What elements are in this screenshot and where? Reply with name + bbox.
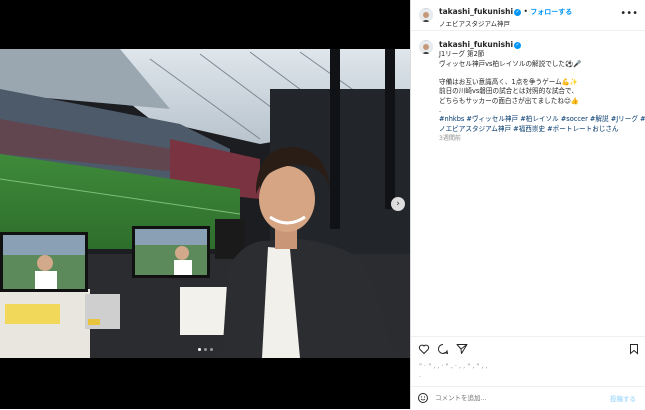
- caption-line: J1リーグ 第2節: [439, 50, 485, 59]
- verified-icon: ✓: [514, 8, 522, 16]
- photo-illustration: [0, 49, 410, 358]
- caption-body: takashi_fukunishi ✓ J1リーグ 第2節 ヴィッセル神戸vs柏レ…: [439, 40, 645, 143]
- author-username[interactable]: takashi_fukunishi: [439, 7, 513, 16]
- heart-icon[interactable]: [418, 343, 430, 355]
- post-side-panel: takashi_fukunishi ✓ • フォローする ノエビアスタジアム神戸 …: [410, 0, 645, 409]
- post-location[interactable]: ノエビアスタジアム神戸: [439, 18, 510, 28]
- post-media: ›: [0, 0, 410, 409]
- post-comment-button[interactable]: 投稿する: [610, 393, 636, 403]
- comment-icon[interactable]: [437, 343, 449, 355]
- carousel-dot: [204, 348, 207, 351]
- post-photo: [0, 49, 410, 358]
- carousel-next-button[interactable]: ›: [391, 197, 405, 211]
- more-icon[interactable]: •••: [620, 8, 638, 19]
- caption-username[interactable]: takashi_fukunishi: [439, 40, 513, 49]
- carousel-dot: [210, 348, 213, 351]
- caption-line: どちらもサッカーの面白さが出てましたね😊👍: [439, 96, 580, 105]
- carousel-indicator: [198, 348, 213, 351]
- share-icon[interactable]: [456, 343, 468, 355]
- likes-subtext: ·: [419, 374, 421, 381]
- comment-input[interactable]: [435, 392, 595, 404]
- follow-button[interactable]: フォローする: [530, 8, 572, 16]
- comment-bar: 投稿する: [411, 386, 645, 410]
- likes-text[interactable]: " · " , , · " , · , , " , " , ,: [419, 362, 488, 370]
- caption-line: 前日の川崎vs磐田の試合とは対照的な試合で、: [439, 87, 578, 96]
- verified-icon: ✓: [514, 41, 522, 49]
- author-avatar[interactable]: [419, 8, 433, 22]
- caption-avatar[interactable]: [419, 40, 433, 54]
- instagram-post-window: › takashi_fukunishi ✓ • フォローする ノエビアスタジアム神…: [0, 0, 645, 409]
- carousel-dot: [198, 348, 201, 351]
- post-time: 3週間前: [439, 134, 461, 142]
- bookmark-icon[interactable]: [628, 343, 640, 355]
- post-header: takashi_fukunishi ✓ • フォローする ノエビアスタジアム神戸 …: [411, 0, 645, 31]
- chevron-right-icon: ›: [396, 199, 400, 209]
- caption-line: [439, 69, 639, 78]
- hashtags-line[interactable]: ノエビアスタジアム神戸 #福西崇史 #ポートレートおじさん: [439, 125, 639, 134]
- caption-line: .: [439, 106, 442, 115]
- action-bar: [411, 336, 645, 363]
- caption-line: ヴィッセル神戸vs柏レイソルの解説でした⚽🎤: [439, 59, 582, 68]
- header-user-line: takashi_fukunishi ✓ • フォローする: [439, 7, 572, 17]
- emoji-icon[interactable]: [417, 392, 429, 404]
- hashtags-line[interactable]: #nhkbs #ヴィッセル神戸 #柏レイソル #soccer #解説 #Jリーグ…: [439, 115, 645, 124]
